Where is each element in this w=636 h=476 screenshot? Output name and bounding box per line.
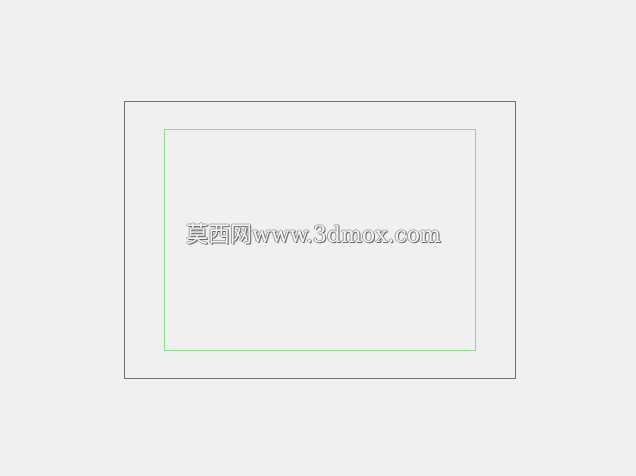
- viewport-canvas: 莫西网www.3dmox.com: [0, 0, 636, 476]
- watermark-text: 莫西网www.3dmox.com: [186, 223, 441, 248]
